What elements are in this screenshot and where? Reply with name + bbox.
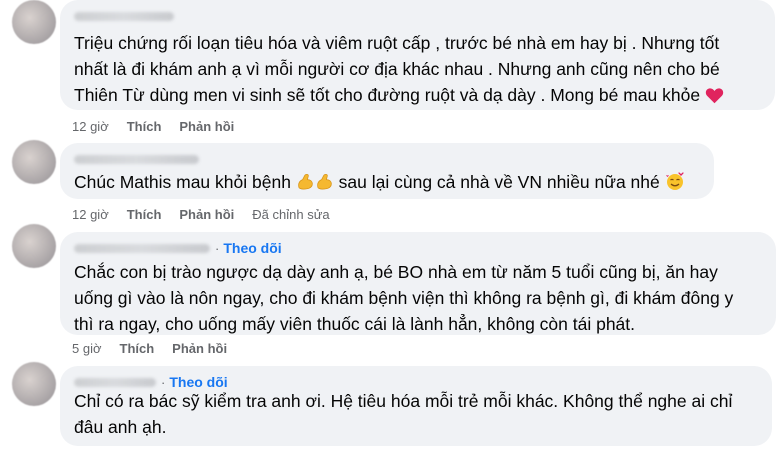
comment-time[interactable]: 5 giờ [72,341,102,356]
like-button[interactable]: Thích [127,207,162,222]
comment-author[interactable] [74,6,174,26]
red-heart-icon [705,85,724,111]
edited-label: Đã chỉnh sửa [252,206,330,222]
comment-time[interactable]: 12 giờ [72,119,109,134]
comment-actions: 5 giờ Thích Phản hồi [72,338,245,358]
comment-bubble: · Theo dõi Chỉ có ra bác sỹ kiểm tra anh… [60,366,772,446]
avatar[interactable] [12,362,56,406]
author-name-blurred[interactable] [74,11,174,21]
comment-author: · Theo dõi [74,238,282,258]
comment-bubble: Chúc Mathis mau khỏi bệnh sau lại cùng c… [60,143,714,199]
separator-dot: · [215,240,220,256]
comment-actions: 12 giờ Thích Phản hồi Đã chỉnh sửa [72,204,348,224]
comment-bubble: · Theo dõi Chắc con bị trào ngược dạ dày… [60,232,776,335]
author-name-blurred[interactable] [74,377,156,387]
comment-bubble: Triệu chứng rối loạn tiêu hóa và viêm ru… [60,0,775,110]
comment-time[interactable]: 12 giờ [72,207,109,222]
like-button[interactable]: Thích [127,119,162,134]
avatar[interactable] [12,224,56,268]
flexed-biceps-icon [315,172,334,198]
comment-text: Triệu chứng rối loạn tiêu hóa và viêm ru… [74,30,761,111]
comment-text: Chỉ có ra bác sỹ kiểm tra anh ơi. Hệ tiê… [74,391,733,437]
comment-actions: 12 giờ Thích Phản hồi [72,116,252,136]
reply-button[interactable]: Phản hồi [179,119,234,134]
reply-button[interactable]: Phản hồi [172,341,227,356]
comment-author[interactable] [74,149,199,169]
comment-text: Chúc Mathis mau khỏi bệnh sau lại cùng c… [74,169,700,198]
comment-text: Chắc con bị trào ngược dạ dày anh ạ, bé … [74,262,734,334]
reply-button[interactable]: Phản hồi [179,207,234,222]
follow-button[interactable]: Theo dõi [223,240,281,256]
flexed-biceps-icon [296,172,315,198]
avatar[interactable] [12,0,56,44]
avatar[interactable] [12,140,56,184]
author-name-blurred[interactable] [74,243,210,253]
smiling-face-with-hearts-icon [665,171,685,198]
author-name-blurred[interactable] [74,154,199,164]
like-button[interactable]: Thích [120,341,155,356]
